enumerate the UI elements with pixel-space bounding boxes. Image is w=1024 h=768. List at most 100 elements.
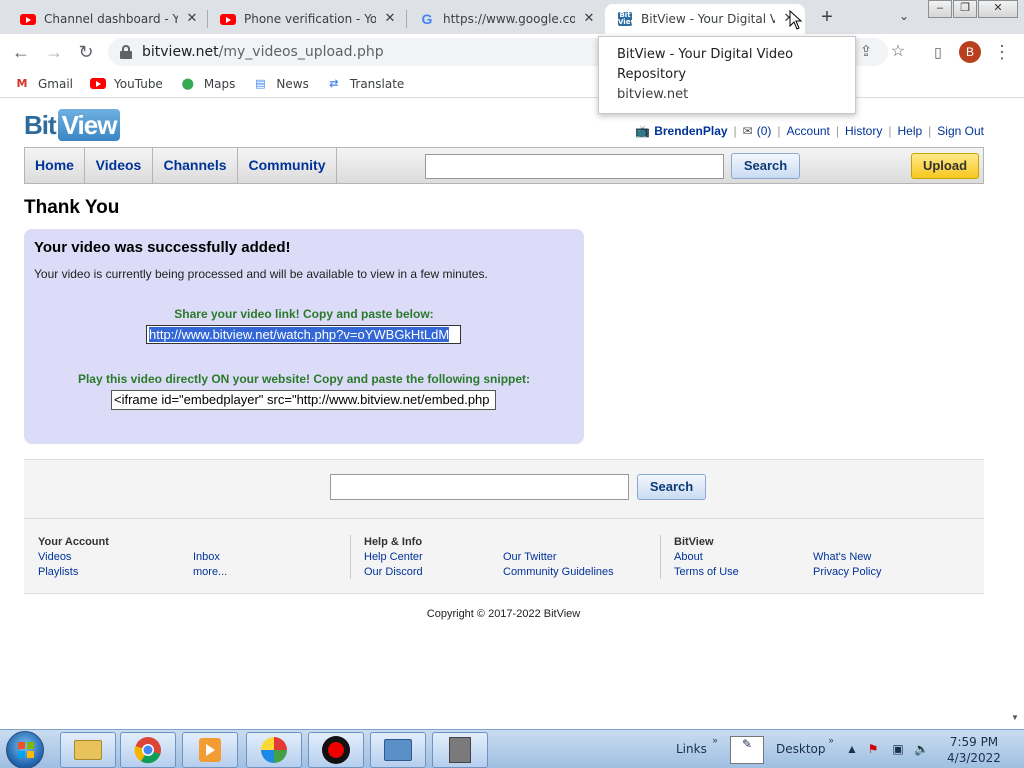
reload-icon[interactable]: ↻ bbox=[74, 41, 98, 65]
footer-col-help-2: Our Twitter Community Guidelines bbox=[503, 550, 614, 580]
footer-link-discord[interactable]: Our Discord bbox=[364, 565, 423, 580]
taskbar-control-panel[interactable] bbox=[370, 732, 426, 768]
clock[interactable]: 7:59 PM 4/3/2022 bbox=[944, 734, 1004, 766]
bookmark-label: News bbox=[276, 76, 309, 91]
embed-code-field[interactable]: <iframe id="embedplayer" src="http://www… bbox=[111, 390, 496, 410]
bookmark-translate[interactable]: ⇄ Translate bbox=[326, 77, 404, 91]
inbox-count-link[interactable]: (0) bbox=[757, 124, 772, 138]
tab-google[interactable]: G https://www.google.com/ ✕ bbox=[407, 4, 605, 34]
tab-channel-dashboard[interactable]: Channel dashboard - YouTube ✕ bbox=[8, 4, 208, 34]
control-panel-icon bbox=[384, 739, 412, 761]
mouse-cursor-icon bbox=[789, 10, 803, 30]
action-center-icon[interactable]: ⚑ bbox=[866, 742, 880, 756]
footer-link-inbox[interactable]: Inbox bbox=[193, 550, 227, 565]
signature-pad-icon[interactable]: ✎ bbox=[730, 736, 764, 764]
footer-link-help-center[interactable]: Help Center bbox=[364, 550, 423, 565]
footer-search-input[interactable] bbox=[330, 474, 629, 500]
menu-kebab-icon[interactable]: ⋮ bbox=[990, 41, 1014, 65]
share-icon[interactable]: ⇪ bbox=[854, 41, 878, 65]
footer-link-whats-new[interactable]: What's New bbox=[813, 550, 881, 565]
account-link[interactable]: Account bbox=[787, 124, 830, 138]
bookmark-maps[interactable]: ⬤ Maps bbox=[180, 77, 236, 91]
nav-home[interactable]: Home bbox=[25, 148, 85, 183]
success-panel: Your video was successfully added! Your … bbox=[24, 229, 584, 444]
show-hidden-icons-icon[interactable]: ▲ bbox=[845, 742, 859, 756]
footer-link-twitter[interactable]: Our Twitter bbox=[503, 550, 614, 565]
bitview-logo[interactable]: Bit View bbox=[24, 109, 121, 141]
taskbar-media[interactable] bbox=[182, 732, 238, 768]
footer-col-account-2: Inbox more... bbox=[193, 550, 227, 580]
close-icon[interactable]: ✕ bbox=[581, 11, 597, 27]
chevron-right-icon[interactable]: » bbox=[824, 733, 838, 747]
footer-link-guidelines[interactable]: Community Guidelines bbox=[503, 565, 614, 580]
footer-heading: BitView bbox=[674, 536, 714, 548]
footer-link-more[interactable]: more... bbox=[193, 565, 227, 580]
profile-avatar[interactable]: B bbox=[959, 41, 981, 63]
footer-col-help: Help & Info Help Center Our Discord bbox=[364, 535, 423, 580]
history-link[interactable]: History bbox=[845, 124, 882, 138]
divider: | bbox=[733, 124, 737, 138]
windows-logo-icon bbox=[18, 742, 34, 758]
upload-button[interactable]: Upload bbox=[911, 153, 979, 179]
divider: | bbox=[928, 124, 932, 138]
mail-icon[interactable]: ✉ bbox=[743, 124, 753, 138]
footer-link-terms[interactable]: Terms of Use bbox=[674, 565, 739, 580]
page-title: Thank You bbox=[24, 197, 120, 218]
footer-divider bbox=[660, 535, 661, 579]
footer-link-privacy[interactable]: Privacy Policy bbox=[813, 565, 881, 580]
username-link[interactable]: BrendenPlay bbox=[654, 124, 727, 138]
share-link-field[interactable]: http://www.bitview.net/watch.php?v=oYWBG… bbox=[146, 325, 461, 344]
search-button[interactable]: Search bbox=[731, 153, 800, 179]
close-icon[interactable]: ✕ bbox=[382, 11, 398, 27]
search-input[interactable] bbox=[425, 154, 724, 179]
back-arrow-icon[interactable]: ← bbox=[9, 41, 33, 65]
page-content: Bit View 📺 BrendenPlay | ✉ (0) | Account … bbox=[0, 99, 1024, 729]
footer-link-videos[interactable]: Videos bbox=[38, 550, 109, 565]
taskbar-recorder[interactable] bbox=[308, 732, 364, 768]
taskbar-app-pinwheel[interactable] bbox=[246, 732, 302, 768]
scrollbar[interactable]: ▼ bbox=[1007, 99, 1024, 729]
close-icon[interactable]: ✕ bbox=[184, 11, 200, 27]
bookmark-youtube[interactable]: YouTube bbox=[90, 77, 163, 91]
tab-search-icon[interactable]: ⌄ bbox=[895, 9, 913, 27]
tab-hovercard: BitView - Your Digital Video Repository … bbox=[598, 36, 856, 114]
taskbar-explorer[interactable] bbox=[60, 732, 116, 768]
nav-channels[interactable]: Channels bbox=[153, 148, 238, 183]
logo-text: Bit bbox=[24, 109, 57, 140]
clock-date: 4/3/2022 bbox=[947, 751, 1001, 765]
window-close-button[interactable]: ✕ bbox=[978, 0, 1018, 18]
lock-icon bbox=[120, 45, 132, 59]
scroll-down-arrow-icon[interactable]: ▼ bbox=[1011, 713, 1019, 722]
taskbar-server[interactable] bbox=[432, 732, 488, 768]
network-icon[interactable]: ▣ bbox=[891, 742, 905, 756]
bookmark-gmail[interactable]: M Gmail bbox=[14, 77, 74, 91]
footer-links: Your Account Videos Playlists Inbox more… bbox=[24, 518, 984, 594]
success-message: Your video is currently being processed … bbox=[34, 267, 488, 281]
volume-icon[interactable]: 🔈 bbox=[914, 742, 929, 756]
minimize-button[interactable]: – bbox=[928, 0, 952, 18]
translate-icon: ⇄ bbox=[329, 77, 339, 90]
gmail-icon: M bbox=[16, 77, 28, 90]
nav-videos[interactable]: Videos bbox=[85, 148, 153, 183]
bookmark-news[interactable]: ▤ News bbox=[252, 76, 309, 91]
sign-out-link[interactable]: Sign Out bbox=[937, 124, 984, 138]
forward-arrow-icon[interactable]: → bbox=[42, 41, 66, 65]
chevron-right-icon[interactable]: » bbox=[708, 733, 722, 747]
nav-community[interactable]: Community bbox=[238, 148, 337, 183]
pinwheel-icon bbox=[261, 737, 287, 763]
footer-search-button[interactable]: Search bbox=[637, 474, 706, 500]
start-button[interactable] bbox=[6, 731, 44, 768]
footer-link-about[interactable]: About bbox=[674, 550, 739, 565]
footer-divider bbox=[350, 535, 351, 579]
restore-button[interactable]: ❐ bbox=[953, 0, 977, 18]
side-panel-icon[interactable]: ▯ bbox=[926, 41, 950, 65]
help-link[interactable]: Help bbox=[897, 124, 922, 138]
footer-link-playlists[interactable]: Playlists bbox=[38, 565, 109, 580]
tab-bitview[interactable]: BitView BitView - Your Digital Video Rep… bbox=[605, 4, 805, 34]
new-tab-button[interactable]: + bbox=[816, 7, 838, 29]
taskbar-chrome[interactable] bbox=[120, 732, 176, 768]
tab-phone-verification[interactable]: Phone verification - YouTube ✕ bbox=[208, 4, 406, 34]
taskbar-desktop-toolbar[interactable]: Desktop bbox=[776, 742, 826, 756]
bookmark-star-icon[interactable]: ☆ bbox=[886, 41, 910, 65]
taskbar-links-toolbar[interactable]: Links bbox=[676, 742, 707, 756]
